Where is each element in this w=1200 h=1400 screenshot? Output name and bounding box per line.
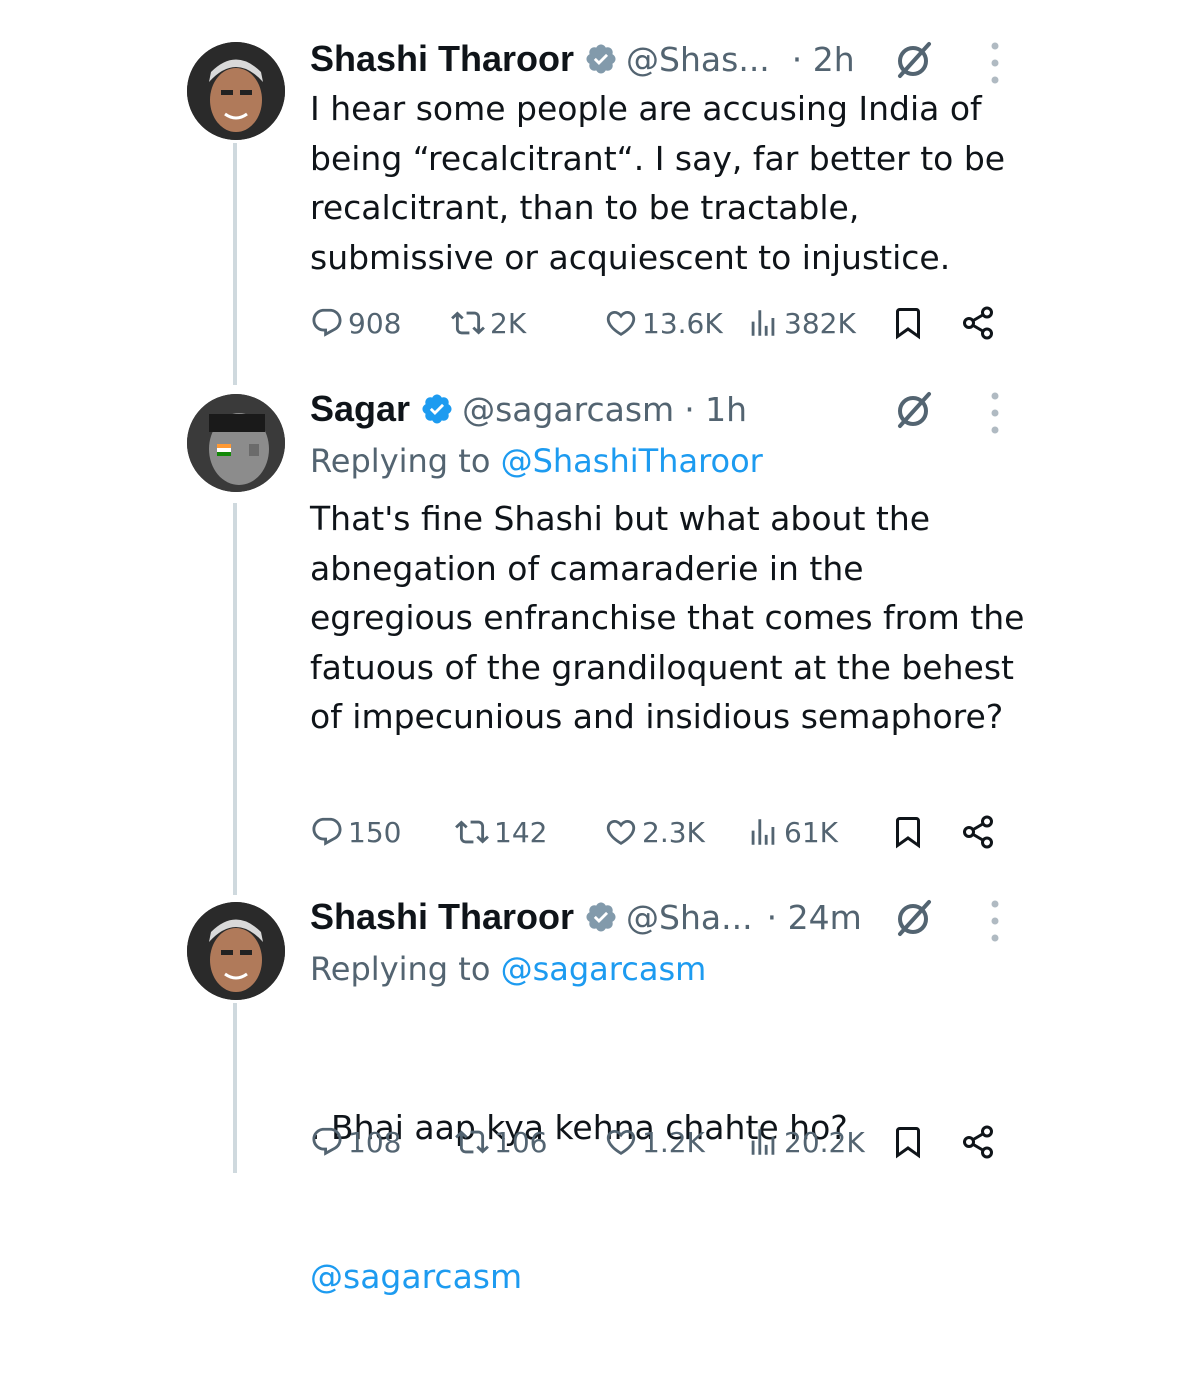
repost-button[interactable]: 106 [454, 1120, 547, 1164]
reply-icon [310, 1125, 344, 1159]
verified-badge-icon [584, 42, 618, 76]
mention-link[interactable]: @sagarcasm [310, 1252, 1030, 1302]
like-count: 1.2K [642, 1125, 705, 1159]
author-handle[interactable]: @Shas... [626, 40, 770, 79]
views-count: 382K [784, 306, 856, 340]
action-bar: 150 142 2.3K 61K [310, 810, 1010, 854]
like-count: 2.3K [642, 815, 705, 849]
views-button[interactable]: 61K [746, 810, 838, 854]
verified-badge-icon [420, 392, 454, 426]
like-icon [604, 306, 638, 340]
like-icon [604, 815, 638, 849]
replying-to-handle[interactable]: @sagarcasm [501, 950, 707, 988]
like-icon [604, 1125, 638, 1159]
bookmark-icon[interactable] [890, 1124, 926, 1160]
replying-to: Replying to @ShashiTharoor [310, 442, 763, 480]
avatar[interactable] [187, 394, 285, 492]
reply-button[interactable]: 908 [310, 301, 401, 345]
reply-button[interactable]: 150 [310, 810, 401, 854]
bookmark-icon[interactable] [890, 305, 926, 341]
reply-count: 108 [348, 1125, 402, 1159]
reply-button[interactable]: 108 [310, 1120, 401, 1164]
views-button[interactable]: 20.2K [746, 1120, 865, 1164]
author-name[interactable]: Shashi Tharoor [310, 896, 574, 938]
author-handle[interactable]: @Sha... [626, 898, 753, 937]
share-icon[interactable] [960, 1124, 996, 1160]
replying-to-handle[interactable]: @ShashiTharoor [501, 442, 763, 480]
grok-icon[interactable] [894, 40, 934, 80]
tweet-text: I hear some people are accusing India of… [310, 89, 1016, 277]
author-handle[interactable]: @sagarcasm [462, 390, 674, 429]
repost-button[interactable]: 2K [450, 301, 526, 345]
repost-icon [454, 815, 490, 849]
tweet-header: Shashi Tharoor @Shas... · 2h [310, 35, 855, 83]
reply-icon [310, 815, 344, 849]
tweet-text: . Bhai aap kya kehna chahte ho? @sagarca… [310, 1004, 1030, 1400]
more-icon[interactable] [988, 898, 1002, 944]
views-count: 20.2K [784, 1125, 865, 1159]
thread-line [233, 143, 237, 385]
like-button[interactable]: 1.2K [604, 1120, 705, 1164]
repost-count: 2K [490, 306, 527, 340]
like-count: 13.6K [642, 306, 723, 340]
replying-to: Replying to @sagarcasm [310, 950, 706, 988]
thread-line [233, 1003, 237, 1173]
repost-icon [454, 1125, 490, 1159]
thread-line [233, 503, 237, 895]
views-icon [746, 1125, 780, 1159]
author-name[interactable]: Shashi Tharoor [310, 38, 574, 80]
views-button[interactable]: 382K [746, 301, 856, 345]
tweet-text: That's fine Shashi but what about the ab… [310, 499, 1035, 736]
author-name[interactable]: Sagar [310, 388, 410, 430]
replying-to-label: Replying to [310, 950, 501, 988]
reply-count: 908 [348, 306, 402, 340]
more-icon[interactable] [988, 40, 1002, 86]
timestamp[interactable]: · 1h [684, 390, 747, 429]
share-icon[interactable] [960, 814, 996, 850]
reply-count: 150 [348, 815, 402, 849]
grok-icon[interactable] [894, 390, 934, 430]
repost-count: 106 [494, 1125, 548, 1159]
repost-button[interactable]: 142 [454, 810, 547, 854]
avatar[interactable] [187, 902, 285, 1000]
like-button[interactable]: 2.3K [604, 810, 705, 854]
action-bar: 108 106 1.2K 20.2K [310, 1120, 1010, 1164]
views-icon [746, 306, 780, 340]
replying-to-label: Replying to [310, 442, 501, 480]
repost-icon [450, 306, 486, 340]
grok-icon[interactable] [894, 898, 934, 938]
more-icon[interactable] [988, 390, 1002, 436]
repost-count: 142 [494, 815, 548, 849]
avatar[interactable] [187, 42, 285, 140]
views-icon [746, 815, 780, 849]
timestamp[interactable]: · 24m [767, 898, 862, 937]
tweet-header: Shashi Tharoor @Sha... · 24m [310, 893, 862, 941]
timestamp[interactable]: · 2h [792, 40, 855, 79]
bookmark-icon[interactable] [890, 814, 926, 850]
share-icon[interactable] [960, 305, 996, 341]
like-button[interactable]: 13.6K [604, 301, 723, 345]
views-count: 61K [784, 815, 838, 849]
verified-badge-icon [584, 900, 618, 934]
reply-icon [310, 306, 344, 340]
action-bar: 908 2K 13.6K 382K [310, 301, 1010, 345]
tweet-header: Sagar @sagarcasm · 1h [310, 385, 747, 433]
